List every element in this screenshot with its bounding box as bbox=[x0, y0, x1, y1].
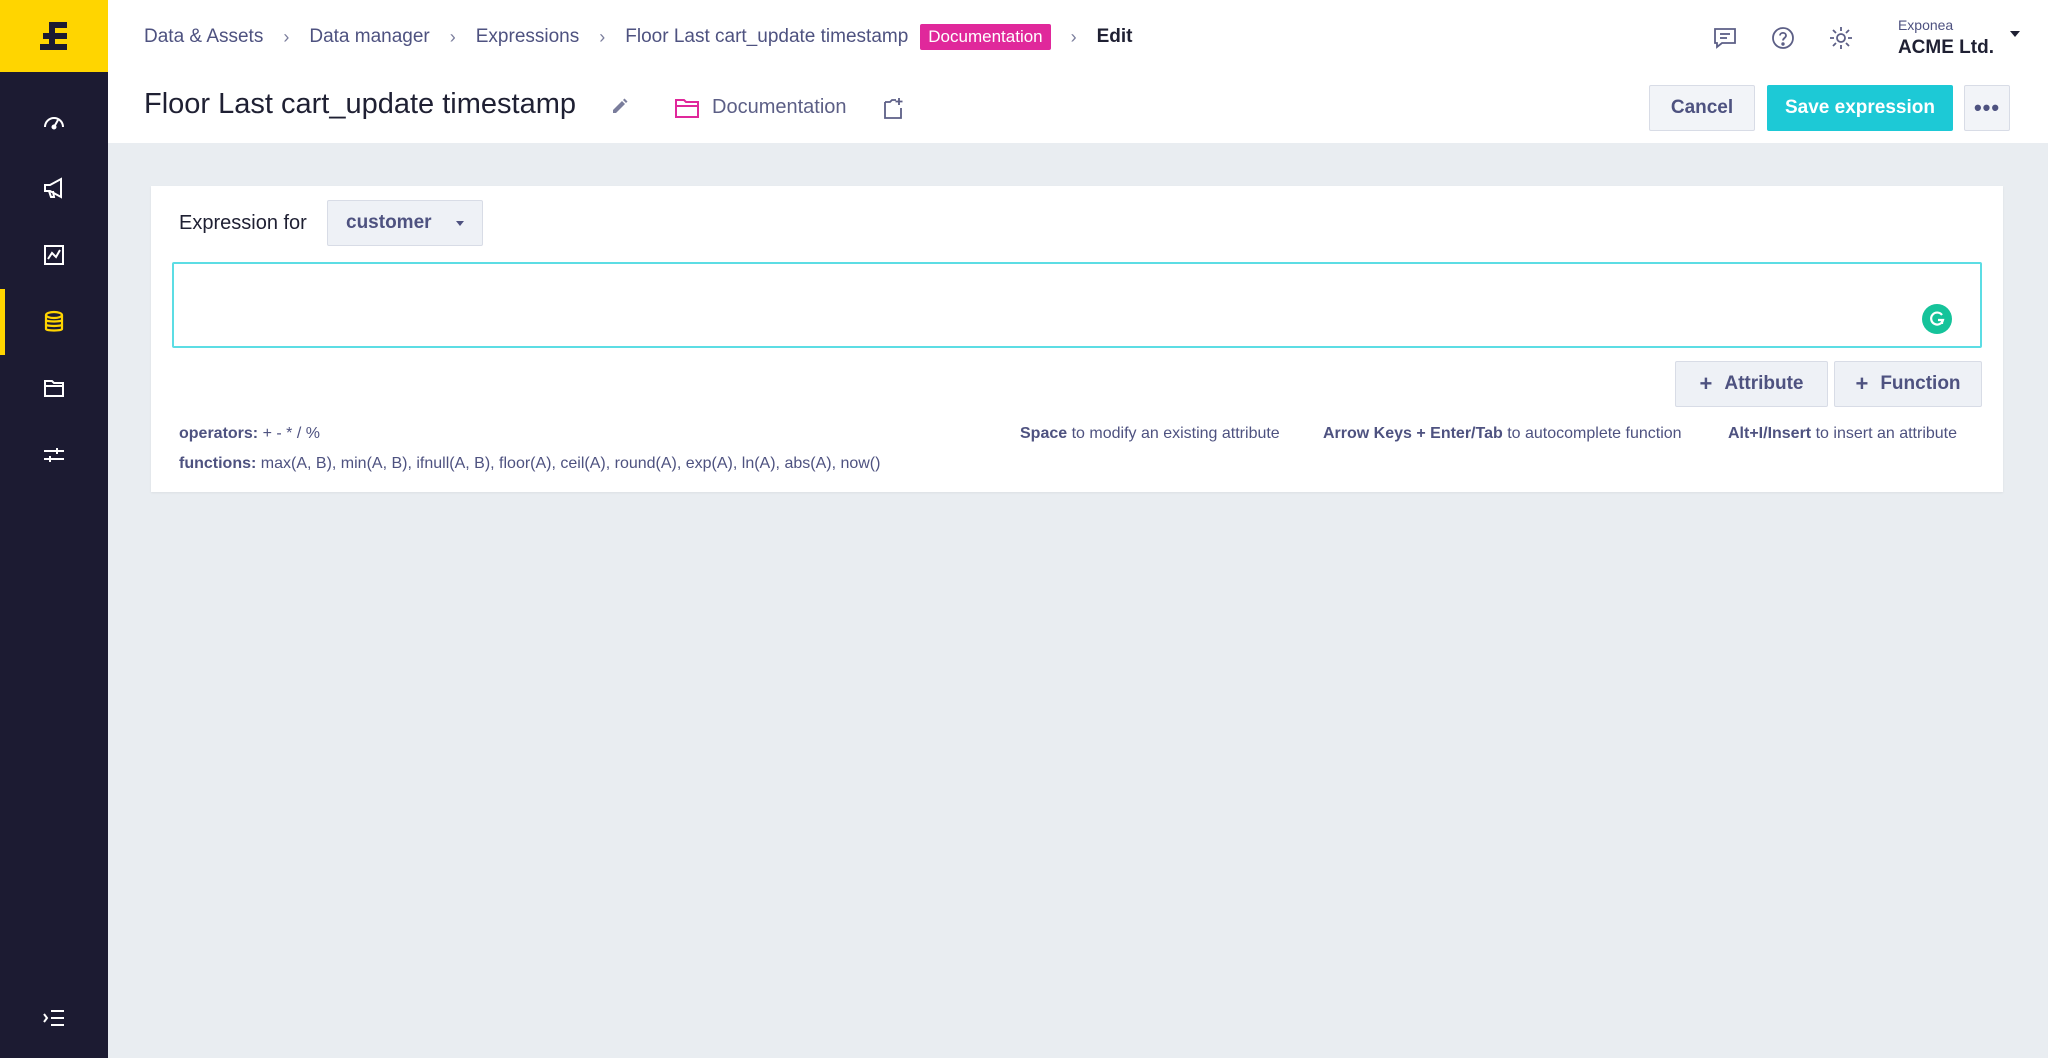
plus-icon: + bbox=[1855, 371, 1869, 396]
functions-hint: functions: max(A, B), min(A, B), ifnull(… bbox=[179, 454, 880, 474]
breadcrumb-item[interactable]: Expressions bbox=[476, 26, 580, 48]
megaphone-icon bbox=[44, 177, 62, 199]
entity-select[interactable]: customer bbox=[327, 200, 483, 246]
header-actions: Exponea ACME Ltd. bbox=[1710, 17, 2048, 59]
expression-editor-card: Expression for customer + Attribute + Fu… bbox=[151, 186, 2003, 492]
breadcrumb-item[interactable]: Data manager bbox=[309, 26, 429, 48]
operators-value: + - * / % bbox=[262, 425, 320, 442]
breadcrumb: Data & Assets › Data manager › Expressio… bbox=[144, 22, 1133, 52]
save-expression-button[interactable]: Save expression bbox=[1767, 85, 1953, 131]
exponea-logo-icon bbox=[40, 22, 67, 50]
caret-down-icon bbox=[2010, 31, 2020, 37]
chevron-right-icon: › bbox=[449, 26, 456, 47]
folder-label: Documentation bbox=[712, 96, 847, 118]
folder-icon bbox=[44, 380, 64, 397]
functions-label: functions: bbox=[179, 455, 257, 472]
pencil-icon[interactable] bbox=[611, 97, 629, 115]
arrow-keys: Arrow Keys + Enter/Tab bbox=[1323, 425, 1503, 442]
exponea-logo[interactable] bbox=[0, 0, 108, 72]
account-org: Exponea bbox=[1897, 17, 1954, 33]
grammarly-g-icon bbox=[1930, 311, 1945, 326]
database-icon bbox=[44, 310, 64, 332]
settings-icon bbox=[1829, 27, 1852, 49]
expression-input[interactable] bbox=[172, 262, 1982, 348]
chevron-right-icon: › bbox=[283, 26, 290, 47]
breadcrumb-current: Edit bbox=[1096, 26, 1133, 47]
space-hint: Space to modify an existing attribute bbox=[1020, 424, 1280, 444]
add-function-button[interactable]: + Function bbox=[1834, 361, 1982, 407]
help-button[interactable] bbox=[1768, 23, 1798, 53]
more-options-button[interactable]: ••• bbox=[1964, 85, 2010, 131]
expand-sidebar-icon bbox=[43, 1010, 64, 1026]
move-to-folder-icon[interactable] bbox=[882, 96, 904, 120]
page-header: Data & Assets › Data manager › Expressio… bbox=[108, 0, 2048, 143]
account-name: ACME Ltd. bbox=[1897, 37, 1994, 58]
sidebar-item-data-assets[interactable] bbox=[0, 289, 108, 355]
sidebar-item-campaigns[interactable] bbox=[0, 155, 108, 221]
cancel-button[interactable]: Cancel bbox=[1649, 85, 1755, 131]
add-attribute-label: Attribute bbox=[1724, 373, 1804, 394]
settings-sliders-icon bbox=[44, 448, 64, 462]
autocomplete-hint-text: to autocomplete function bbox=[1507, 425, 1682, 442]
plus-icon: + bbox=[1699, 371, 1713, 396]
account-switcher[interactable]: Exponea ACME Ltd. bbox=[1897, 17, 2020, 59]
insert-attribute-hint-text: to insert an attribute bbox=[1815, 425, 1958, 442]
space-key: Space bbox=[1020, 425, 1068, 442]
help-icon bbox=[1772, 27, 1794, 49]
operators-label: operators: bbox=[179, 425, 259, 442]
alt-insert-key: Alt+I/Insert bbox=[1728, 425, 1812, 442]
folder-link[interactable]: Documentation bbox=[674, 96, 847, 119]
caret-down-icon bbox=[456, 221, 464, 226]
expression-for-label: Expression for bbox=[179, 212, 307, 234]
space-hint-text: to modify an existing attribute bbox=[1071, 425, 1280, 442]
settings-button[interactable] bbox=[1826, 23, 1856, 53]
breadcrumb-item[interactable]: Data & Assets bbox=[144, 26, 263, 48]
breadcrumb-item[interactable]: Floor Last cart_update timestamp bbox=[625, 26, 908, 48]
chat-icon bbox=[1714, 28, 1736, 49]
sidebar-item-dashboard[interactable] bbox=[0, 90, 108, 156]
sidebar-item-settings[interactable] bbox=[0, 422, 108, 488]
add-attribute-button[interactable]: + Attribute bbox=[1675, 361, 1828, 407]
entity-select-value: customer bbox=[346, 212, 432, 233]
chevron-right-icon: › bbox=[599, 26, 606, 47]
sidebar bbox=[0, 0, 108, 1058]
chart-icon bbox=[44, 245, 64, 265]
sidebar-item-analyses[interactable] bbox=[0, 222, 108, 288]
grammarly-icon[interactable] bbox=[1922, 304, 1952, 334]
insert-attribute-hint: Alt+I/Insert to insert an attribute bbox=[1728, 424, 1957, 444]
gauge-icon bbox=[44, 117, 64, 130]
folder-badge[interactable]: Documentation bbox=[920, 24, 1051, 50]
folder-icon bbox=[675, 98, 699, 118]
autocomplete-hint: Arrow Keys + Enter/Tab to autocomplete f… bbox=[1323, 424, 1682, 444]
functions-value: max(A, B), min(A, B), ifnull(A, B), floo… bbox=[260, 455, 881, 472]
sidebar-item-projects[interactable] bbox=[0, 355, 108, 421]
chevron-right-icon: › bbox=[1070, 26, 1077, 47]
expand-sidebar-button[interactable] bbox=[0, 998, 108, 1038]
page-title: Floor Last cart_update timestamp bbox=[144, 88, 576, 120]
operators-hint: operators: + - * / % bbox=[179, 424, 320, 444]
feedback-button[interactable] bbox=[1710, 23, 1740, 53]
add-function-label: Function bbox=[1880, 373, 1961, 394]
